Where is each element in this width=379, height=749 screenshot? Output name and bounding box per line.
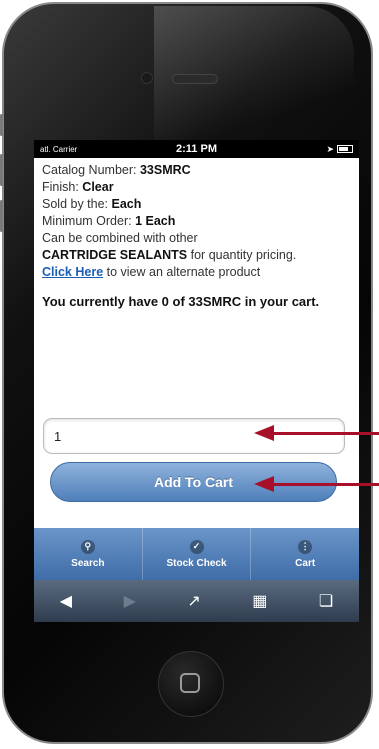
nav-stock-check-label: Stock Check <box>166 557 227 569</box>
status-bar: atl. Carrier 2:11 PM ➤ <box>34 140 359 158</box>
status-time: 2:11 PM <box>176 143 217 155</box>
check-icon: ✓ <box>189 539 204 554</box>
add-to-cart-button[interactable]: Add To Cart <box>50 462 337 502</box>
sold-by: Sold by the: Each <box>42 197 142 211</box>
nav-cart-label: Cart <box>295 557 316 569</box>
finish-value: Clear <box>82 180 114 194</box>
alternate-product-row: Click Here to view an alternate product <box>42 265 261 279</box>
browser-toolbar: ◀ ▶ ↗ ▦ ❏ <box>34 580 359 622</box>
minimum-order-value: 1 Each <box>135 214 176 228</box>
volume-down-button <box>0 200 3 232</box>
home-button[interactable] <box>158 651 224 717</box>
mute-switch <box>0 114 3 136</box>
nav-search-label: Search <box>71 557 105 569</box>
minimum-order: Minimum Order: 1 Each <box>42 214 176 228</box>
share-icon[interactable]: ↗ <box>187 591 200 611</box>
nav-stock-check[interactable]: ✓ Stock Check <box>143 528 252 580</box>
annotation-arrowhead-quantity <box>254 425 274 441</box>
front-camera <box>141 72 153 84</box>
annotation-arrow-quantity <box>270 432 379 435</box>
quantity-input[interactable]: 1 <box>43 418 345 454</box>
annotation-arrowhead-add-cart <box>254 476 274 492</box>
bottom-nav: ⚲ Search ✓ Stock Check ⋮ Cart <box>34 528 359 580</box>
combine-category: CARTRIDGE SEALANTS <box>42 248 188 262</box>
home-square-icon <box>180 673 200 693</box>
click-here-link[interactable]: Click Here <box>42 265 103 279</box>
cart-status: You currently have 0 of 33SMRC in your c… <box>42 294 320 309</box>
earpiece-speaker <box>172 74 218 84</box>
search-icon: ⚲ <box>80 539 95 554</box>
annotation-arrow-add-cart <box>270 483 379 486</box>
catalog-number-value: 33SMRC <box>139 163 191 177</box>
sold-by-value: Each <box>111 197 142 211</box>
catalog-number: Catalog Number: 33SMRC <box>42 163 191 177</box>
combine-note: Can be combined with other CARTRIDGE SEAL… <box>42 231 297 262</box>
nav-cart[interactable]: ⋮ Cart <box>251 528 359 580</box>
nav-search[interactable]: ⚲ Search <box>34 528 143 580</box>
finish: Finish: Clear <box>42 180 114 194</box>
grid-icon: ⋮ <box>298 539 313 554</box>
forward-icon[interactable]: ▶ <box>124 591 136 611</box>
product-details: Catalog Number: 33SMRC Finish: Clear Sol… <box>34 158 359 315</box>
bookmarks-icon[interactable]: ▦ <box>252 591 267 611</box>
volume-up-button <box>0 154 3 186</box>
phone-screen: atl. Carrier 2:11 PM ➤ Catalog Number: 3… <box>34 140 359 622</box>
battery-icon <box>337 145 353 153</box>
back-icon[interactable]: ◀ <box>60 591 72 611</box>
tabs-icon[interactable]: ❏ <box>319 591 333 611</box>
